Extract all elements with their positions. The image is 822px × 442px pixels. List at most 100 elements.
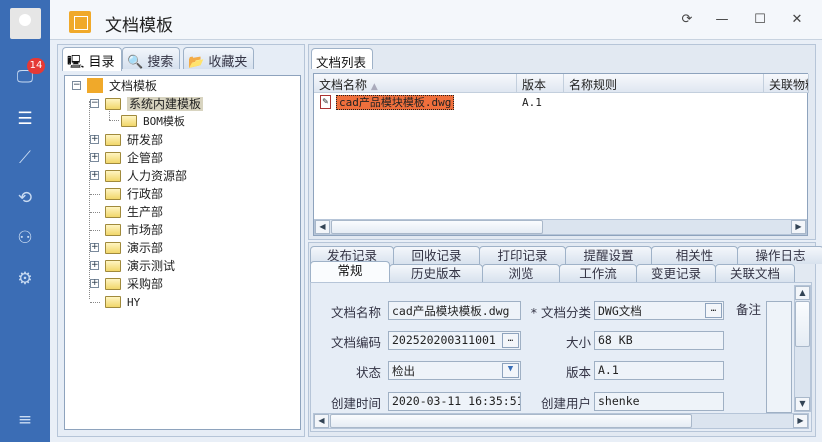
tree-node[interactable]: 企管部 bbox=[105, 149, 163, 167]
expand-icon[interactable]: + bbox=[90, 171, 99, 180]
sort-asc-icon: ▲ bbox=[370, 82, 378, 92]
scroll-left-icon[interactable]: ◀ bbox=[315, 220, 330, 234]
general-form: 文档名称 cad产品模块模板.dwg * 文档分类 DWG文档… 备注 文档编码… bbox=[310, 282, 812, 432]
document-list-icon[interactable]: ☰ bbox=[12, 108, 38, 130]
tab-detail-row1[interactable]: 回收记录 bbox=[393, 246, 480, 264]
scroll-down-icon[interactable]: ▼ bbox=[795, 397, 810, 411]
tree-node[interactable]: 演示测试 bbox=[105, 257, 175, 275]
users-icon[interactable]: ⚇ bbox=[12, 227, 38, 249]
folder-icon bbox=[105, 134, 121, 146]
folder-icon bbox=[121, 115, 137, 127]
folder-icon bbox=[105, 242, 121, 254]
search-icon: 🔍 bbox=[127, 55, 148, 70]
category-label: * 文档分类 bbox=[530, 305, 591, 320]
folder-icon bbox=[105, 260, 121, 272]
tab-detail-row2[interactable]: 浏览 bbox=[482, 264, 560, 282]
close-button[interactable]: ✕ bbox=[787, 10, 807, 30]
avatar[interactable] bbox=[10, 8, 41, 39]
category-field[interactable]: DWG文档… bbox=[594, 301, 724, 320]
menu-icon[interactable]: ≡ bbox=[12, 409, 38, 431]
tree-node[interactable]: BOM模板 bbox=[121, 113, 185, 131]
scroll-thumb[interactable] bbox=[330, 414, 692, 428]
tree-node[interactable]: 生产部 bbox=[105, 203, 163, 221]
tree-node[interactable]: 演示部 bbox=[105, 239, 163, 257]
dwg-file-icon: ✎ bbox=[320, 95, 331, 109]
scroll-left-icon[interactable]: ◀ bbox=[314, 414, 329, 428]
scroll-up-icon[interactable]: ▲ bbox=[795, 286, 810, 300]
tree-node-root[interactable]: 文档模板 bbox=[87, 77, 157, 95]
workflow-icon[interactable]: ⟲ bbox=[12, 187, 38, 209]
scroll-thumb[interactable] bbox=[795, 301, 810, 347]
folder-icon bbox=[105, 188, 121, 200]
minimize-button[interactable]: — bbox=[712, 10, 732, 30]
tree-node[interactable]: 人力资源部 bbox=[105, 167, 187, 185]
folder-icon bbox=[105, 152, 121, 164]
table-row[interactable]: ✎ cad产品模块模板.dwg A.1 bbox=[314, 94, 807, 111]
tab-detail-row1[interactable]: 打印记录 bbox=[479, 246, 566, 264]
settings-icon[interactable]: ⚙ bbox=[12, 268, 38, 290]
scroll-right-icon[interactable]: ▶ bbox=[793, 414, 808, 428]
size-field: 68 KB bbox=[594, 331, 724, 350]
horizontal-scrollbar[interactable]: ◀ ▶ bbox=[314, 219, 807, 235]
scroll-right-icon[interactable]: ▶ bbox=[791, 220, 806, 234]
version-field: A.1 bbox=[594, 361, 724, 380]
column-header-material[interactable]: 关联物料 bbox=[764, 74, 809, 93]
column-header-name[interactable]: 文档名称 ▲ bbox=[314, 74, 517, 93]
tree-node[interactable]: 采购部 bbox=[105, 275, 163, 293]
tab-detail-row2[interactable]: 变更记录 bbox=[636, 264, 716, 282]
horizontal-scrollbar[interactable]: ◀ ▶ bbox=[313, 413, 809, 429]
tab-detail-row1[interactable]: 操作日志 bbox=[737, 246, 822, 264]
scroll-thumb[interactable] bbox=[331, 220, 543, 234]
vertical-scrollbar[interactable]: ▲ ▼ bbox=[794, 285, 811, 412]
tab-detail-row2[interactable]: 常规 bbox=[310, 261, 390, 282]
tab-detail-row2[interactable]: 历史版本 bbox=[389, 264, 483, 282]
notification-badge: 14 bbox=[27, 58, 45, 74]
tree-node[interactable]: HY bbox=[105, 293, 140, 311]
remark-label: 备注 bbox=[735, 302, 761, 317]
maximize-button[interactable]: ☐ bbox=[750, 10, 770, 30]
tab-detail-row1[interactable]: 相关性 bbox=[651, 246, 738, 264]
code-field[interactable]: 202520200311001… bbox=[388, 331, 521, 350]
tab-directory[interactable]: 🖳 目录 bbox=[62, 47, 122, 71]
browse-button[interactable]: … bbox=[705, 303, 722, 318]
expand-icon[interactable]: + bbox=[90, 279, 99, 288]
expand-icon[interactable]: + bbox=[90, 135, 99, 144]
expand-icon[interactable]: + bbox=[90, 243, 99, 252]
code-label: 文档编码 bbox=[330, 335, 381, 350]
doc-name-field[interactable]: cad产品模块模板.dwg bbox=[388, 301, 521, 320]
folder-icon bbox=[105, 296, 121, 308]
collapse-icon[interactable]: − bbox=[90, 99, 99, 108]
tab-search[interactable]: 🔍 搜索 bbox=[122, 47, 181, 70]
creator-field: shenke bbox=[594, 392, 724, 411]
computer-icon: 🖳 bbox=[67, 55, 89, 70]
tree-node[interactable]: 市场部 bbox=[105, 221, 163, 239]
status-select[interactable]: 检出 ▼ bbox=[388, 361, 521, 380]
tab-detail-row2[interactable]: 关联文档 bbox=[715, 264, 795, 282]
version-label: 版本 bbox=[565, 365, 591, 380]
folder-icon bbox=[105, 206, 121, 218]
column-header-name-rule[interactable]: 名称规则 bbox=[564, 74, 764, 93]
doc-name-label: 文档名称 bbox=[330, 305, 381, 320]
tab-detail-row2[interactable]: 工作流 bbox=[559, 264, 637, 282]
directory-tree: − 文档模板 − 系统内建模板 BOM模板 + 研发部 + 企管部 + 人力资源部 行政部生… bbox=[64, 75, 301, 430]
folder-icon bbox=[105, 278, 121, 290]
expand-icon[interactable]: + bbox=[90, 261, 99, 270]
refresh-button[interactable]: ⟳ bbox=[677, 10, 697, 30]
document-table: 文档名称 ▲ 版本 名称规则 关联物料 ✎ cad产品模块模板.dwg A.1 … bbox=[313, 73, 809, 236]
column-header-version[interactable]: 版本 bbox=[517, 74, 564, 93]
tab-document-list[interactable]: 文档列表 bbox=[311, 48, 374, 70]
cell-version: A.1 bbox=[522, 96, 542, 109]
favorites-folder-icon: 📂 bbox=[188, 55, 209, 70]
size-label: 大小 bbox=[565, 335, 591, 350]
tree-node[interactable]: 系统内建模板 bbox=[105, 95, 204, 113]
tab-favorites[interactable]: 📂 收藏夹 bbox=[183, 47, 255, 70]
trend-icon[interactable]: ⟋ bbox=[12, 147, 38, 169]
tree-node[interactable]: 行政部 bbox=[105, 185, 163, 203]
collapse-icon[interactable]: − bbox=[72, 81, 81, 90]
tree-node[interactable]: 研发部 bbox=[105, 131, 163, 149]
tab-detail-row1[interactable]: 提醒设置 bbox=[565, 246, 652, 264]
expand-icon[interactable]: + bbox=[90, 153, 99, 162]
template-icon bbox=[69, 11, 91, 33]
template-icon bbox=[87, 78, 103, 93]
remark-field[interactable] bbox=[766, 301, 792, 413]
